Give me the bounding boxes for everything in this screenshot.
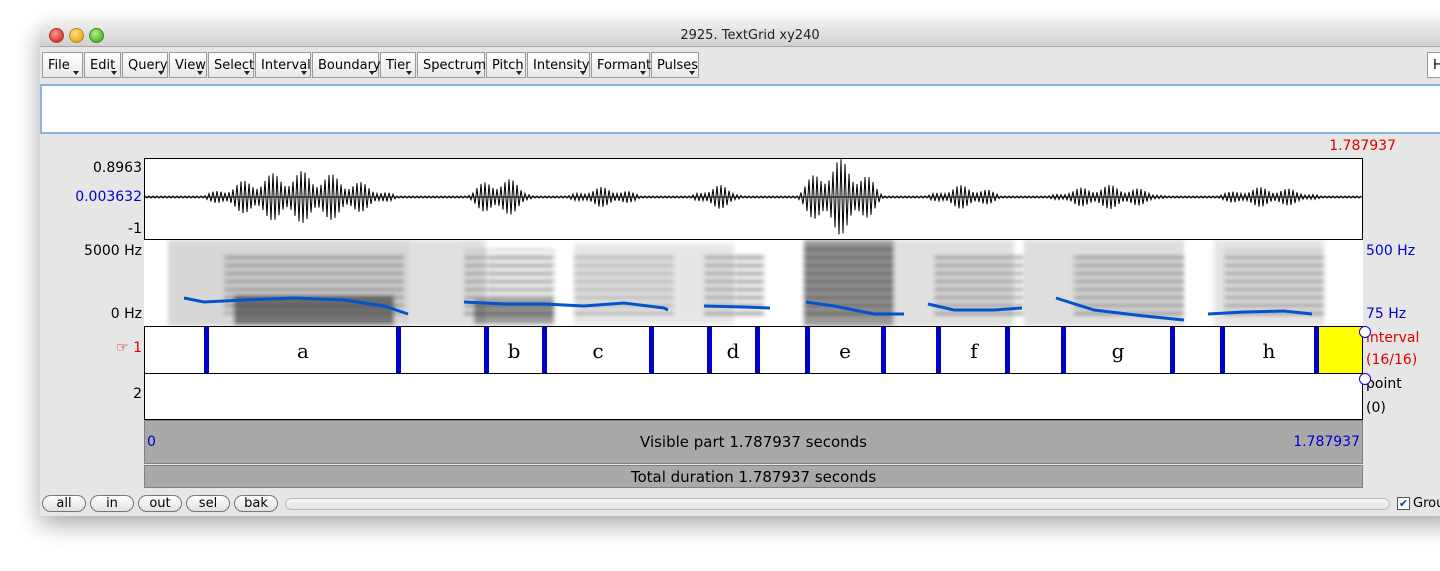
dropdown-arrow-icon <box>73 71 79 75</box>
tier1-type-label: interval <box>1366 330 1420 346</box>
visible-part-bar[interactable]: 0 Visible part 1.787937 seconds 1.787937 <box>144 420 1363 464</box>
visible-end-time: 1.787937 <box>1293 434 1360 450</box>
tier2-number[interactable]: 2 <box>100 386 142 402</box>
dropdown-arrow-icon <box>111 71 117 75</box>
interval-boundary[interactable] <box>881 327 886 373</box>
interval-boundary[interactable] <box>936 327 941 373</box>
spectrogram-plot <box>168 240 1324 326</box>
menu-edit[interactable]: Edit <box>84 52 121 78</box>
help-menu-button[interactable]: H <box>1427 52 1440 78</box>
interval-boundary[interactable] <box>1314 327 1319 373</box>
tier1-count-label: (16/16) <box>1366 352 1418 368</box>
bottom-controls: all in out sel bak ✔ Group <box>40 492 1440 516</box>
zoom-selection-button[interactable]: sel <box>186 495 230 512</box>
menu-select[interactable]: Select <box>208 52 254 78</box>
title-bar[interactable]: 2925. TextGrid xy240 <box>40 24 1440 47</box>
menu-spectrum[interactable]: Spectrum <box>417 52 486 78</box>
pitch-contour-d <box>703 304 771 310</box>
dropdown-arrow-icon <box>475 71 481 75</box>
waveform-max-label: 0.8963 <box>93 160 142 176</box>
zoom-back-button[interactable]: bak <box>234 495 278 512</box>
interval-boundary[interactable] <box>1170 327 1175 373</box>
window-title: 2925. TextGrid xy240 <box>680 28 820 43</box>
interval-boundary[interactable] <box>1220 327 1225 373</box>
interval-boundary[interactable] <box>805 327 810 373</box>
interval-boundary[interactable] <box>484 327 489 373</box>
dropdown-arrow-icon <box>516 71 522 75</box>
hand-pointer-icon: ☞ <box>116 340 134 356</box>
menu-formant[interactable]: Formant <box>591 52 651 78</box>
interval-label[interactable]: c <box>592 339 603 363</box>
waveform-min-label: -1 <box>128 221 142 237</box>
cursor-time: 1.787937 <box>1329 138 1396 154</box>
dropdown-arrow-icon <box>640 71 646 75</box>
menu-query[interactable]: Query <box>122 52 168 78</box>
zoom-all-button[interactable]: all <box>42 495 86 512</box>
menu-tier[interactable]: Tier <box>380 52 416 78</box>
tier1-handle-icon[interactable] <box>1359 326 1371 338</box>
tier2-count-label: (0) <box>1366 400 1386 416</box>
menu-boundary[interactable]: Boundary <box>312 52 381 78</box>
interval-boundary[interactable] <box>204 327 209 373</box>
menu-pitch[interactable]: Pitch <box>486 52 526 78</box>
menu-view[interactable]: View <box>169 52 207 78</box>
menu-bar: File Edit Query View Select Interval Bou… <box>40 49 1440 79</box>
tier2-type-label: point <box>1366 376 1402 392</box>
interval-boundary[interactable] <box>707 327 712 373</box>
spectrogram-panel[interactable] <box>144 240 1363 326</box>
dropdown-arrow-icon <box>406 71 412 75</box>
pitch-top-label: 500 Hz <box>1366 243 1416 259</box>
selected-interval[interactable] <box>1318 327 1362 373</box>
pitch-bottom-label: 75 Hz <box>1366 306 1407 322</box>
interval-label[interactable]: d <box>727 339 740 363</box>
checkmark-icon: ✔ <box>1398 497 1409 510</box>
zoom-in-button[interactable]: in <box>90 495 134 512</box>
dropdown-arrow-icon <box>197 71 203 75</box>
tier1-number-text: 1 <box>133 340 142 356</box>
spectrogram-top-label: 5000 Hz <box>84 243 142 259</box>
group-checkbox[interactable]: ✔ <box>1397 497 1410 510</box>
waveform-panel[interactable] <box>144 158 1363 240</box>
horizontal-scrollbar[interactable] <box>285 498 1390 510</box>
total-duration-bar[interactable]: Total duration 1.787937 seconds <box>144 465 1363 488</box>
group-checkbox-label: Group <box>1413 496 1440 511</box>
dropdown-arrow-icon <box>369 71 375 75</box>
interval-label[interactable]: f <box>970 339 977 363</box>
menu-intensity[interactable]: Intensity <box>527 52 590 78</box>
dropdown-arrow-icon <box>580 71 586 75</box>
total-duration-label: Total duration 1.787937 seconds <box>630 468 877 486</box>
waveform-plot <box>144 159 1362 235</box>
interval-label[interactable]: a <box>297 339 309 363</box>
spectrogram-bottom-label: 0 Hz <box>110 306 142 322</box>
menu-file[interactable]: File <box>42 52 83 78</box>
zoom-out-button[interactable]: out <box>138 495 182 512</box>
interval-boundary[interactable] <box>1005 327 1010 373</box>
tier1-number[interactable]: ☞ 1 <box>100 340 142 356</box>
dropdown-arrow-icon <box>689 71 695 75</box>
interval-label[interactable]: b <box>508 339 521 363</box>
tier-1[interactable]: a b c d e f g h <box>144 326 1363 374</box>
textgrid-editor-window: 2925. TextGrid xy240 File Edit Query Vie… <box>40 24 1440 516</box>
interval-boundary[interactable] <box>649 327 654 373</box>
spectrogram-energy <box>168 240 1324 326</box>
interval-text-field[interactable] <box>40 84 1440 134</box>
dropdown-arrow-icon <box>301 71 307 75</box>
interval-label[interactable]: h <box>1263 339 1276 363</box>
visible-part-label: Visible part 1.787937 seconds <box>640 433 867 451</box>
dropdown-arrow-icon <box>244 71 250 75</box>
tier-2[interactable] <box>144 373 1363 420</box>
interval-boundary[interactable] <box>396 327 401 373</box>
dropdown-arrow-icon <box>158 71 164 75</box>
interval-boundary[interactable] <box>755 327 760 373</box>
interval-label[interactable]: g <box>1112 339 1125 363</box>
menu-pulses[interactable]: Pulses <box>651 52 699 78</box>
interval-boundary[interactable] <box>542 327 547 373</box>
menu-interval[interactable]: Interval <box>255 52 311 78</box>
tier2-handle-icon[interactable] <box>1359 373 1371 385</box>
interval-boundary[interactable] <box>1061 327 1066 373</box>
waveform-cursor-value: 0.003632 <box>75 189 142 205</box>
menu-file-label: File <box>48 58 70 73</box>
interval-label[interactable]: e <box>839 339 851 363</box>
